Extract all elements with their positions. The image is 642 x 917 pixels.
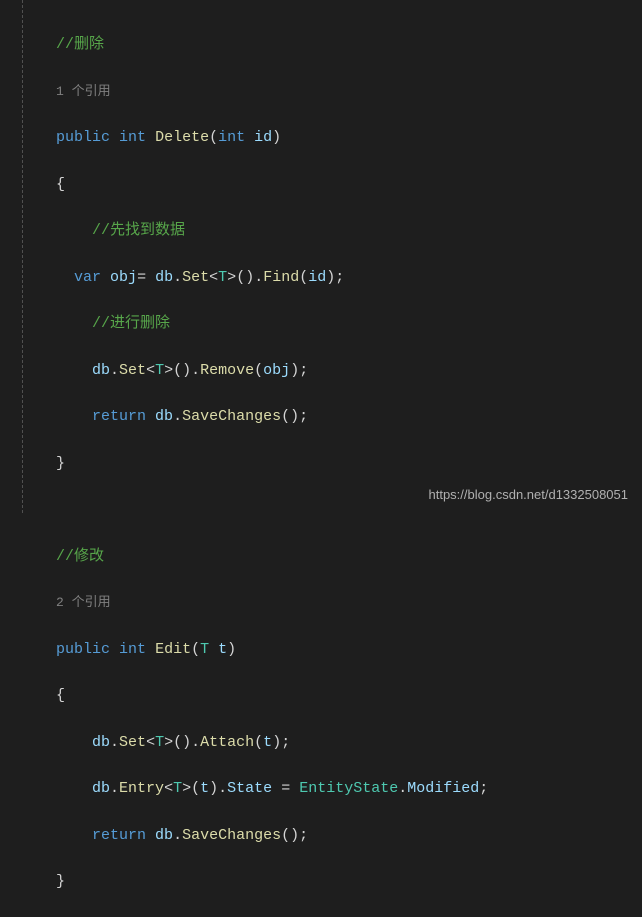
comment-line: //修改	[56, 545, 642, 568]
code-line: db.Entry<T>(t).State = EntityState.Modif…	[56, 777, 642, 800]
code-line: var obj= db.Set<T>().Find(id);	[56, 266, 642, 289]
comment-delete: //删除	[56, 36, 104, 53]
code-line: db.Set<T>().Attach(t);	[56, 731, 642, 754]
indent-guide	[22, 0, 23, 513]
code-line: return db.SaveChanges();	[56, 824, 642, 847]
watermark-text: https://blog.csdn.net/d1332508051	[429, 485, 629, 505]
code-line: return db.SaveChanges();	[56, 405, 642, 428]
method-signature-edit: public int Edit(T t)	[56, 638, 642, 661]
codelens-refs[interactable]: 2 个引用	[56, 591, 642, 614]
comment-line: //进行删除	[56, 312, 642, 335]
codelens-refs[interactable]: 1 个引用	[56, 80, 642, 103]
comment-edit: //修改	[56, 548, 104, 565]
code-block: //删除 1 个引用 public int Delete(int id) { /…	[20, 10, 642, 917]
comment-line: //先找到数据	[56, 219, 642, 242]
brace-open: {	[56, 173, 642, 196]
brace-close: }	[56, 452, 642, 475]
brace-open: {	[56, 684, 642, 707]
comment-line: //删除	[56, 33, 642, 56]
method-signature-delete: public int Delete(int id)	[56, 126, 642, 149]
code-line: db.Set<T>().Remove(obj);	[56, 359, 642, 382]
brace-close: }	[56, 870, 642, 893]
